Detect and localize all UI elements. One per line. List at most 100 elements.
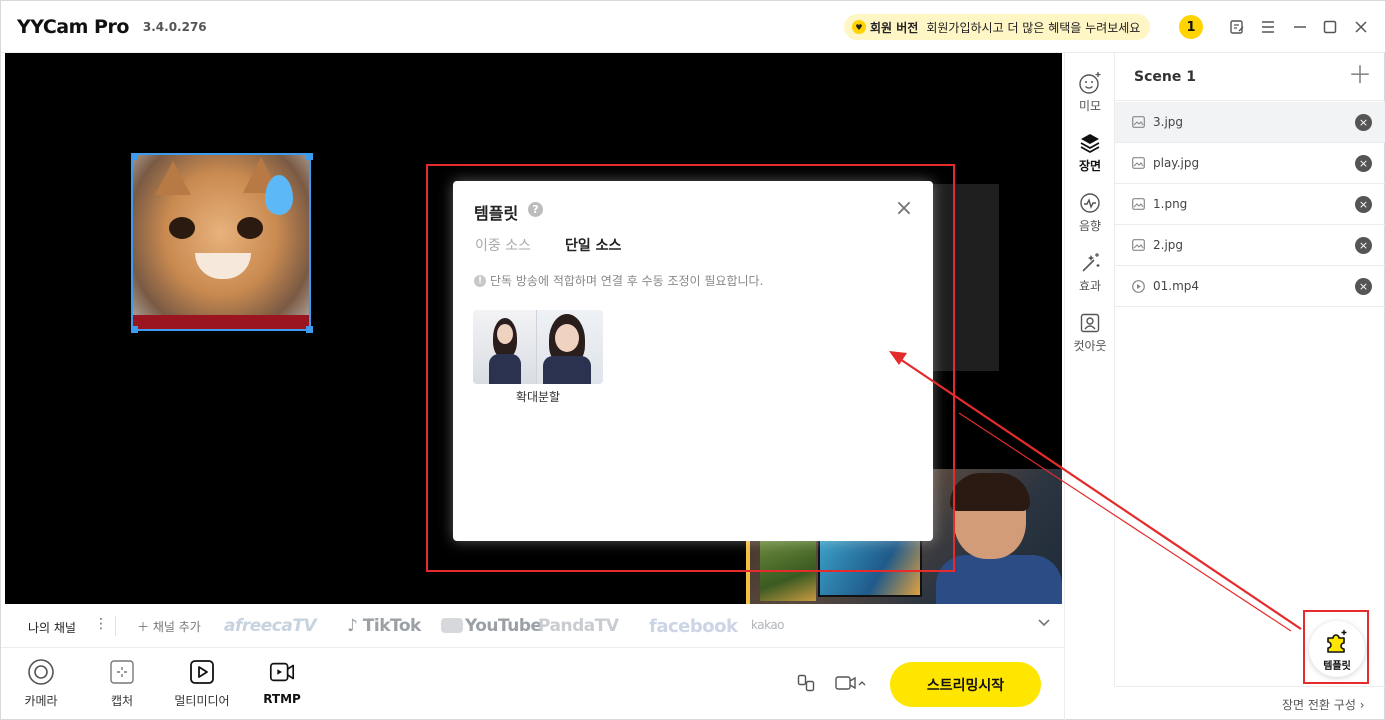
chevron-down-icon[interactable]	[1037, 616, 1051, 632]
channels-bar: 나의 채널 ⋮ ＋ 채널 추가 afreecaTV ♪ TikTok YouTu…	[1, 604, 1064, 648]
youtube-play-icon	[441, 618, 463, 633]
menu-icon[interactable]	[1258, 17, 1278, 37]
start-streaming-button[interactable]: 스트리밍시작	[890, 662, 1041, 707]
add-channel-button[interactable]: ＋ 채널 추가	[137, 618, 201, 635]
source-name: 01.mp4	[1153, 279, 1200, 293]
multimedia-icon	[188, 658, 216, 686]
image-icon	[1131, 197, 1145, 211]
dialog-close-icon[interactable]: ×	[894, 198, 914, 220]
cutout-icon	[1078, 311, 1102, 335]
layers-icon	[1078, 131, 1102, 155]
video-camera-icon[interactable]	[835, 674, 867, 696]
rtmp-label: RTMP	[263, 692, 301, 706]
camera-icon	[27, 658, 55, 686]
maximize-icon[interactable]	[1320, 17, 1340, 37]
multimedia-tool[interactable]: 멀티미디어	[167, 658, 237, 709]
rtmp-icon	[268, 658, 296, 686]
tab-single-source[interactable]: 단일 소스	[565, 235, 621, 255]
template-card[interactable]	[473, 310, 603, 384]
platform-pandatv[interactable]: PandaTV	[538, 616, 619, 636]
cat-image-source[interactable]	[131, 153, 311, 331]
app-logo: YYCam Pro	[17, 15, 129, 38]
add-channel-label: 채널 추가	[152, 620, 201, 634]
info-message: ! 단독 방송에 적합하며 연결 후 수동 조정이 필요합니다.	[474, 272, 763, 289]
nav-label: 컷아웃	[1073, 339, 1107, 353]
platform-tiktok-label: TikTok	[362, 616, 422, 636]
face-icon	[1078, 71, 1102, 95]
title-bar: YYCam Pro 3.4.0.276	[1, 1, 1385, 53]
platform-facebook[interactable]: facebook	[649, 616, 738, 637]
nav-label: 장면	[1078, 159, 1102, 173]
scene-transition-label: 장면 전환 구성	[1282, 698, 1356, 712]
heart-icon: ♥	[852, 20, 866, 34]
source-row[interactable]: 1.png ×	[1115, 184, 1385, 225]
remove-source-icon[interactable]: ×	[1355, 278, 1372, 295]
template-dialog: 템플릿 ? × 이중 소스 단일 소스 ! 단독 방송에 적합하며 연결 후 수…	[453, 181, 933, 541]
nav-item-cutout[interactable]: 컷아웃	[1067, 311, 1113, 354]
promo-text: 회원가입하시고 더 많은 혜택을 누려보세요	[926, 20, 1141, 35]
source-row[interactable]: 01.mp4 ×	[1115, 266, 1385, 307]
resize-handle[interactable]	[306, 326, 313, 333]
source-name: 2.jpg	[1153, 238, 1184, 252]
scene-title: Scene 1	[1134, 69, 1196, 85]
capture-label: 캡처	[110, 694, 134, 708]
image-icon	[1131, 238, 1145, 252]
platform-tiktok[interactable]: ♪ TikTok	[347, 616, 421, 636]
remove-source-icon[interactable]: ×	[1355, 237, 1372, 254]
nav-label: 음향	[1078, 219, 1102, 233]
remove-source-icon[interactable]: ×	[1355, 114, 1372, 131]
audio-icon	[1078, 191, 1102, 215]
add-source-icon[interactable]: ＋	[1348, 63, 1372, 87]
platform-youtube[interactable]: YouTube	[441, 616, 542, 636]
promo-label: 회원 버전	[870, 20, 919, 35]
nav-item-face[interactable]: 미모	[1067, 71, 1113, 114]
edit-note-icon[interactable]	[1227, 17, 1247, 37]
resize-handle[interactable]	[306, 153, 313, 160]
source-name: 1.png	[1153, 197, 1188, 211]
resize-handle[interactable]	[131, 153, 138, 160]
source-row[interactable]: play.jpg ×	[1115, 143, 1385, 184]
platform-kakao[interactable]: kakao	[751, 618, 785, 632]
tab-dual-source[interactable]: 이중 소스	[475, 235, 531, 255]
source-name: 3.jpg	[1153, 115, 1184, 129]
more-options-icon[interactable]: ⋮	[94, 617, 108, 631]
template-button[interactable]: 템플릿	[1309, 621, 1365, 677]
capture-icon	[108, 658, 136, 686]
source-row[interactable]: 2.jpg ×	[1115, 225, 1385, 266]
source-row[interactable]: 3.jpg ×	[1115, 102, 1385, 143]
image-icon	[1131, 115, 1145, 129]
platform-afreecatv[interactable]: afreecaTV	[224, 616, 317, 636]
info-icon: !	[474, 274, 486, 287]
help-icon[interactable]: ?	[528, 202, 543, 217]
scene-header: Scene 1 ＋	[1115, 53, 1385, 101]
nav-label: 효과	[1078, 279, 1102, 293]
camera-label: 카메라	[24, 694, 58, 708]
magic-wand-icon	[1078, 251, 1102, 275]
dialog-title: 템플릿	[474, 204, 519, 223]
scene-transition-link[interactable]: 장면 전환 구성 ›	[1282, 696, 1365, 713]
template-label: 확대분할	[515, 390, 561, 404]
capture-tool[interactable]: 캡처	[87, 658, 157, 709]
nav-item-scene[interactable]: 장면	[1067, 131, 1113, 174]
app-window: YYCam Pro 3.4.0.276 ♥ 회원 버전 회원가입하시고 더 많은…	[0, 0, 1385, 720]
nav-item-audio[interactable]: 음향	[1067, 191, 1113, 234]
resize-handle[interactable]	[131, 326, 138, 333]
nav-label: 미모	[1078, 99, 1102, 113]
notification-badge[interactable]: 1	[1179, 15, 1203, 39]
nav-item-effects[interactable]: 효과	[1067, 251, 1113, 294]
camera-tool[interactable]: 카메라	[6, 658, 76, 709]
multimedia-label: 멀티미디어	[174, 694, 230, 708]
close-icon[interactable]	[1351, 17, 1371, 37]
platform-youtube-label: YouTube	[465, 616, 542, 636]
template-button-label: 템플릿	[1323, 661, 1351, 672]
remove-source-icon[interactable]: ×	[1355, 155, 1372, 172]
my-channel-label: 나의 채널	[28, 621, 76, 635]
source-name: play.jpg	[1153, 156, 1200, 170]
video-icon	[1131, 279, 1145, 293]
layout-switch-icon[interactable]	[797, 674, 815, 696]
puzzle-icon	[1309, 621, 1365, 657]
member-promo-banner[interactable]: ♥ 회원 버전 회원가입하시고 더 많은 혜택을 누려보세요	[844, 14, 1151, 40]
minimize-icon[interactable]	[1290, 17, 1310, 37]
rtmp-tool[interactable]: RTMP	[247, 658, 317, 706]
remove-source-icon[interactable]: ×	[1355, 196, 1372, 213]
